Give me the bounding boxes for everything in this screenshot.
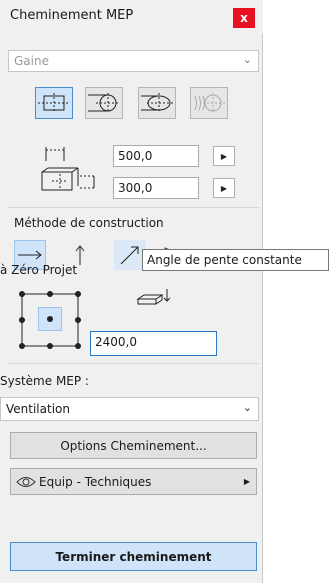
anchor-middle-right[interactable] [68,310,88,330]
rectangular-duct-icon [38,93,70,113]
triangle-right-icon: ▶ [220,151,228,161]
finish-routing-button[interactable]: Terminer cheminement [10,542,257,571]
anchor-dot-icon [75,343,81,349]
routing-options-button[interactable]: Options Cheminement... [10,432,257,459]
anchor-bottom-left[interactable] [12,336,32,356]
finish-routing-label: Terminer cheminement [55,550,212,564]
divider [8,207,259,208]
window-title: Cheminement MEP [10,8,134,23]
mep-system-label: Système MEP : [0,374,89,388]
arrow-right-icon [18,250,42,260]
height-input[interactable]: 300,0 [113,177,199,199]
round-duct-icon [88,93,120,113]
elevation-input[interactable]: 2400,0 [90,331,217,356]
title-bar[interactable]: Cheminement MEP x [0,0,263,34]
flex-duct-button[interactable] [190,87,228,119]
anchor-top-right[interactable] [68,284,88,304]
anchor-top-left[interactable] [12,284,32,304]
anchor-center[interactable] [38,307,62,331]
round-duct-button[interactable] [85,87,123,119]
divider [8,363,259,364]
construction-method-label: Méthode de construction [14,216,164,230]
equipment-section-button[interactable]: Equip - Techniques ▶ [10,468,257,495]
mep-routing-panel: Cheminement MEP x Gaine ⌄ 500,0 ▶ 300,0 … [0,0,263,583]
chevron-down-icon: ⌄ [242,53,252,66]
chevron-down-icon: ⌄ [242,401,252,414]
anchor-bottom-right[interactable] [68,336,88,356]
anchor-dot-icon [75,291,81,297]
anchor-middle-left[interactable] [12,310,32,330]
width-step-button[interactable]: ▶ [213,146,235,166]
reference-label: à Zéro Projet [0,263,78,277]
oval-duct-icon [141,93,173,113]
tooltip-text: Angle de pente constante [147,253,302,267]
width-dimension-icon [45,147,65,161]
elevation-icon [136,289,170,305]
triangle-right-icon: ▶ [220,183,228,193]
arrow-diagonal-icon [120,246,139,265]
anchor-dot-icon [47,316,53,322]
equipment-section-label: Equip - Techniques [39,475,152,489]
width-value: 500,0 [118,149,153,163]
anchor-bottom-center[interactable] [40,336,60,356]
triangle-right-icon: ▶ [243,477,250,486]
mep-system-select[interactable]: Ventilation ⌄ [0,397,259,421]
height-value: 300,0 [118,181,153,195]
eye-icon [16,477,36,487]
anchor-dot-icon [19,317,25,323]
mep-system-value: Ventilation [6,402,70,416]
element-type-value: Gaine [14,54,49,68]
anchor-dot-icon [19,291,25,297]
rectangular-duct-button[interactable] [35,87,73,119]
anchor-dot-icon [47,291,53,297]
anchor-dot-icon [75,317,81,323]
oval-duct-button[interactable] [138,87,176,119]
anchor-dot-icon [19,343,25,349]
height-step-button[interactable]: ▶ [213,178,235,198]
flex-duct-icon [194,93,225,113]
width-input[interactable]: 500,0 [113,145,199,167]
close-button[interactable]: x [233,8,255,28]
close-icon: x [240,11,248,25]
height-dimension-icon [41,167,95,191]
elevation-value: 2400,0 [95,335,137,349]
element-type-select[interactable]: Gaine ⌄ [8,50,259,72]
routing-options-label: Options Cheminement... [60,439,207,453]
anchor-dot-icon [47,343,53,349]
anchor-top-center[interactable] [40,284,60,304]
tooltip: Angle de pente constante [142,249,329,271]
